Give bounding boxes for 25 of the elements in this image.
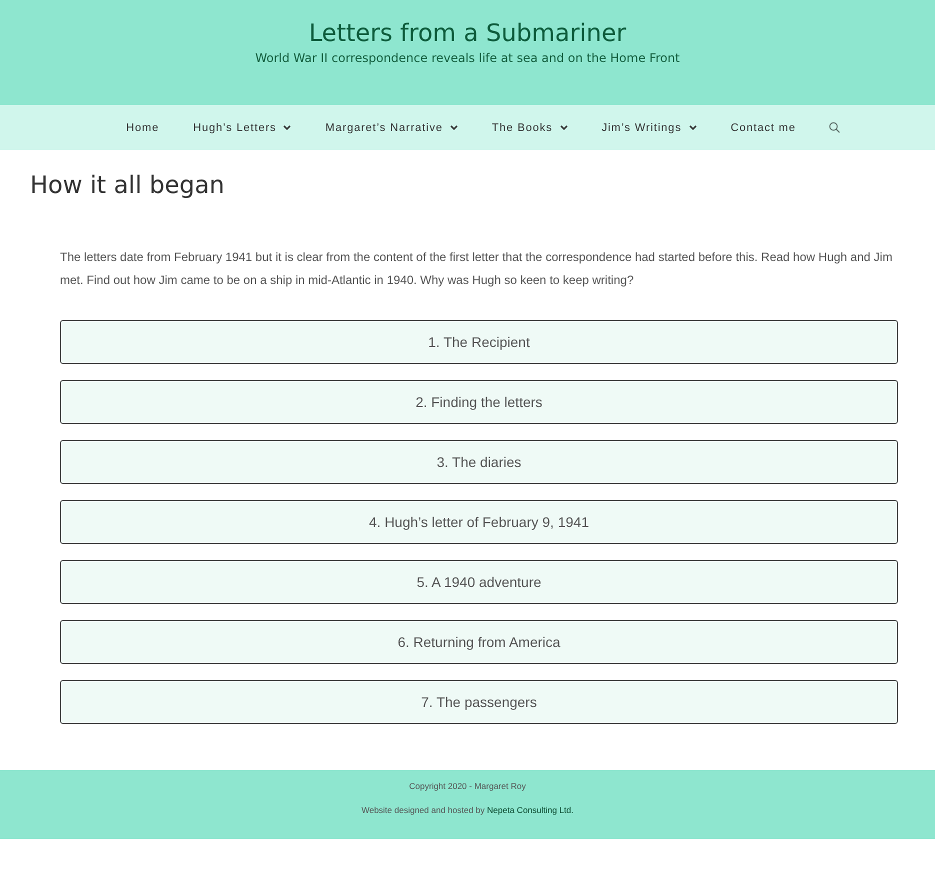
intro-paragraph: The letters date from February 1941 but it is clear from the content of the first letter that the correspondence had started before this. Read how Hugh and Jim met. Find out how Jim came to be on a ship in mid-Atlantic in 1940. Why was Hugh so keen to keep writing?: [60, 249, 894, 288]
section-button[interactable]: 6. Returning from America: [60, 620, 898, 664]
section-button[interactable]: 7. The passengers: [60, 680, 898, 724]
site-title[interactable]: Letters from a Submariner: [308, 17, 626, 49]
section-button[interactable]: 4. Hugh’s letter of February 9, 1941: [60, 500, 898, 544]
chevron-down-icon: [688, 125, 697, 130]
search-icon[interactable]: [828, 122, 840, 133]
nav-link[interactable]: The Books: [474, 122, 585, 134]
nav-link[interactable]: Hugh’s Letters: [176, 122, 308, 134]
nav-link[interactable]: Home: [109, 122, 176, 134]
page-heading: How it all began: [30, 170, 226, 201]
nav-link[interactable]: Margaret’s Narrative: [308, 122, 475, 134]
copyright-text: Copyright 2020 - Margaret Roy: [409, 780, 526, 792]
credit-link[interactable]: Nepeta Consulting Ltd.: [487, 805, 574, 815]
chevron-down-icon: [283, 125, 292, 130]
site-tagline: World War II correspondence reveals life at sea and on the Home Front: [255, 50, 680, 66]
nav-link[interactable]: Jim’s Writings: [584, 122, 714, 134]
chevron-down-icon: [450, 125, 458, 130]
chevron-down-icon: [560, 125, 568, 130]
section-button[interactable]: 2. Finding the letters: [60, 380, 898, 424]
section-button[interactable]: 3. The diaries: [60, 440, 898, 484]
nav-link[interactable]: Contact me: [714, 122, 813, 134]
credit-text: Website designed and hosted by Nepeta Consulting Ltd.: [361, 804, 574, 816]
section-button[interactable]: 5. A 1940 adventure: [60, 560, 898, 604]
section-button[interactable]: 1. The Recipient: [60, 320, 898, 364]
